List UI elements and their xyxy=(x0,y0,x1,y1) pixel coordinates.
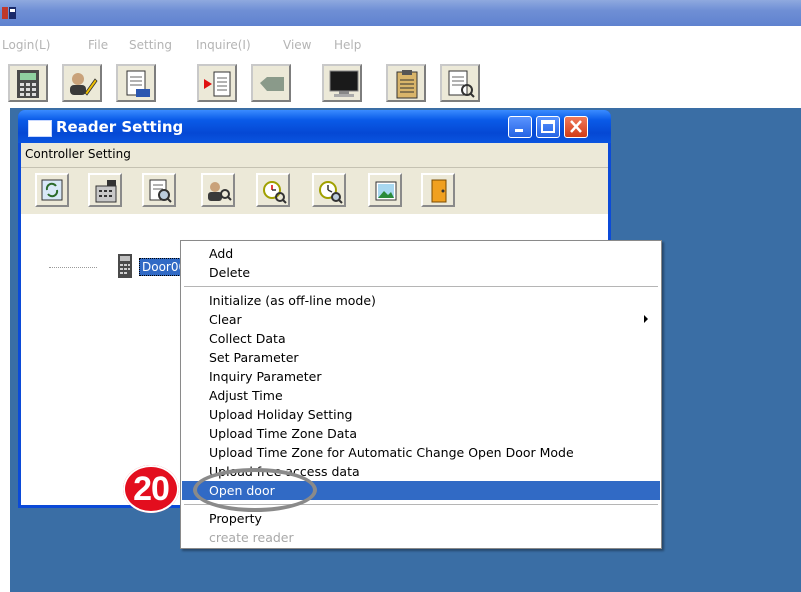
clipboard-icon xyxy=(396,70,418,99)
alarm-clock-icon xyxy=(263,181,287,204)
menu-setting[interactable]: Setting xyxy=(129,38,172,52)
download-icon xyxy=(204,71,231,97)
menu-item-add[interactable]: Add xyxy=(182,244,660,263)
search-doc-icon xyxy=(149,179,172,203)
maximize-icon xyxy=(541,120,555,133)
door-button[interactable] xyxy=(421,173,455,207)
minimize-icon xyxy=(515,129,523,132)
menu-inquire[interactable]: Inquire(I) xyxy=(196,38,251,52)
calculator-icon xyxy=(17,70,39,98)
menubar: Login(L) File Setting Inquire(I) View He… xyxy=(0,26,801,64)
close-button[interactable] xyxy=(564,116,588,138)
door-controller-icon xyxy=(118,254,132,278)
user-edit-button[interactable] xyxy=(62,64,102,102)
maximize-button[interactable] xyxy=(536,116,560,138)
clipboard-button[interactable] xyxy=(386,64,426,102)
menu-item-initialize[interactable]: Initialize (as off-line mode) xyxy=(182,291,660,310)
controller-icon xyxy=(95,180,117,203)
alarm-clock-button[interactable] xyxy=(256,173,290,207)
menu-separator xyxy=(184,286,658,287)
reader-setting-titlebar[interactable]: Reader Setting xyxy=(18,110,611,143)
door-icon xyxy=(431,179,447,203)
menu-view[interactable]: View xyxy=(283,38,311,52)
download-button[interactable] xyxy=(197,64,237,102)
child-menubar: Controller Setting xyxy=(21,143,608,168)
highlight-ring xyxy=(193,468,317,512)
user-search-icon xyxy=(208,182,232,201)
window-title: Reader Setting xyxy=(56,118,184,136)
menu-item-delete[interactable]: Delete xyxy=(182,263,660,282)
minimize-button[interactable] xyxy=(508,116,532,138)
monitor-button[interactable] xyxy=(322,64,362,102)
picture-button[interactable] xyxy=(368,173,402,207)
refresh-icon xyxy=(41,179,63,201)
disabled-tab-icon xyxy=(260,77,284,91)
menu-help[interactable]: Help xyxy=(334,38,361,52)
menu-item-adjust-time[interactable]: Adjust Time xyxy=(182,386,660,405)
step-number-badge: 20 xyxy=(123,465,179,513)
calculator-button[interactable] xyxy=(8,64,48,102)
user-edit-icon xyxy=(70,73,98,96)
picture-icon xyxy=(375,181,397,201)
submenu-arrow-icon xyxy=(644,315,648,323)
window-icon xyxy=(28,120,52,137)
main-toolbar xyxy=(0,64,801,108)
document-search-button[interactable] xyxy=(440,64,480,102)
document-icon xyxy=(126,70,150,97)
document-search-icon xyxy=(448,70,475,98)
menu-item-upload-time-zone-auto[interactable]: Upload Time Zone for Automatic Change Op… xyxy=(182,443,660,462)
menu-file[interactable]: File xyxy=(88,38,108,52)
menu-item-clear-label: Clear xyxy=(209,312,242,327)
menu-login[interactable]: Login(L) xyxy=(2,38,50,52)
child-toolbar xyxy=(21,168,608,214)
menu-item-clear[interactable]: Clear xyxy=(182,310,660,329)
refresh-button[interactable] xyxy=(35,173,69,207)
document-button[interactable] xyxy=(116,64,156,102)
disabled-button[interactable] xyxy=(251,64,291,102)
user-search-button[interactable] xyxy=(201,173,235,207)
menu-item-upload-time-zone[interactable]: Upload Time Zone Data xyxy=(182,424,660,443)
menu-item-upload-holiday[interactable]: Upload Holiday Setting xyxy=(182,405,660,424)
clock-search-button[interactable] xyxy=(312,173,346,207)
search-doc-button[interactable] xyxy=(142,173,176,207)
menu-item-inquiry-parameter[interactable]: Inquiry Parameter xyxy=(182,367,660,386)
controller-button[interactable] xyxy=(88,173,122,207)
tree-connector xyxy=(49,267,97,268)
app-titlebar xyxy=(0,0,801,26)
menu-item-collect-data[interactable]: Collect Data xyxy=(182,329,660,348)
menu-item-set-parameter[interactable]: Set Parameter xyxy=(182,348,660,367)
close-icon xyxy=(570,120,582,133)
clock-search-icon xyxy=(319,181,343,204)
menu-item-create-reader: create reader xyxy=(209,530,294,545)
menu-controller-setting[interactable]: Controller Setting xyxy=(25,147,131,161)
app-icon xyxy=(2,7,16,19)
monitor-icon xyxy=(329,70,359,97)
